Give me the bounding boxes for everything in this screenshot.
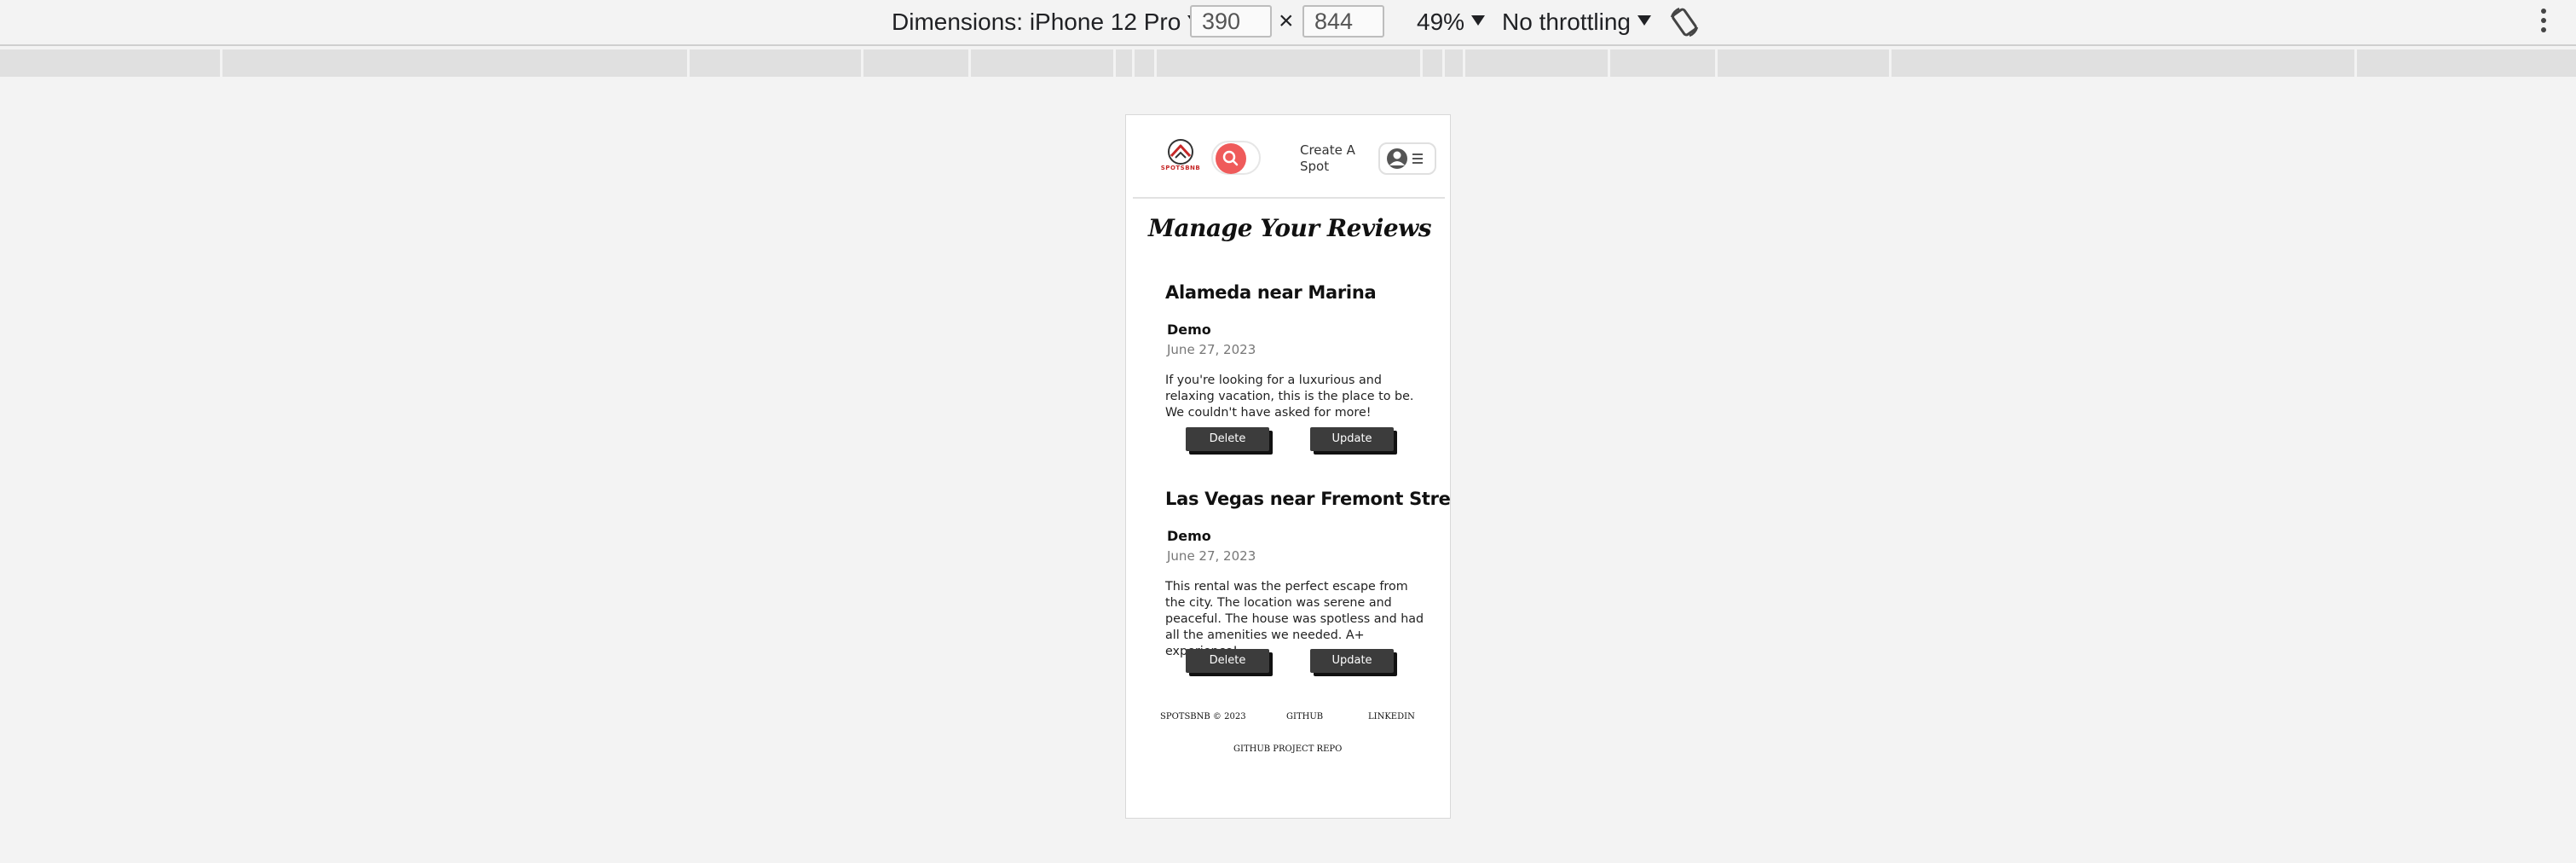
review-date: June 27, 2023	[1167, 342, 1256, 357]
page-title: Manage Your Reviews	[1148, 214, 1432, 242]
create-spot-link[interactable]: Create A Spot	[1300, 142, 1368, 175]
caret-down-icon	[1471, 15, 1486, 26]
device-viewport: SPOTSBNB Create A Spot Manage Your Revie…	[1125, 114, 1451, 819]
ruler-divider	[1154, 49, 1157, 77]
ruler-divider	[968, 49, 971, 77]
caret-down-icon	[1637, 15, 1651, 26]
user-menu-icons	[1387, 148, 1423, 169]
review-card: Las Vegas near Fremont Street Demo June …	[1165, 489, 1450, 710]
search-icon	[1222, 150, 1239, 166]
user-menu-button[interactable]	[1378, 142, 1436, 175]
rotate-icon[interactable]	[1667, 5, 1701, 39]
footer-linkedin-link[interactable]: LINKEDIN	[1368, 712, 1415, 721]
ruler-divider	[1608, 49, 1610, 77]
ruler-divider	[1132, 49, 1135, 77]
footer-repo-link[interactable]: GITHUB PROJECT REPO	[1233, 744, 1342, 754]
throttling-dropdown[interactable]: No throttling	[1502, 9, 1651, 36]
search-bar[interactable]	[1211, 141, 1261, 175]
reviewer-name: Demo	[1167, 528, 1211, 544]
review-card: Alameda near Marina Demo June 27, 2023 I…	[1165, 282, 1438, 487]
navbar: SPOTSBNB Create A Spot	[1126, 115, 1450, 197]
ruler-divider	[1889, 49, 1892, 77]
ruler-divider	[1420, 49, 1423, 77]
device-width-input[interactable]	[1190, 5, 1272, 38]
ruler-divider	[687, 49, 690, 77]
ruler-divider	[1715, 49, 1718, 77]
review-spot-name: Alameda near Marina	[1165, 282, 1377, 303]
logo-text: SPOTSBNB	[1160, 165, 1201, 171]
nav-divider	[1133, 197, 1445, 199]
footer-copyright: SPOTSBNB © 2023	[1160, 712, 1246, 721]
logo-icon	[1168, 139, 1193, 165]
update-review-button[interactable]: Update	[1310, 649, 1394, 673]
reviewer-name: Demo	[1167, 321, 1211, 338]
review-text: If you're looking for a luxurious and re…	[1165, 374, 1414, 420]
update-review-button[interactable]: Update	[1310, 427, 1394, 451]
delete-review-button[interactable]: Delete	[1186, 649, 1269, 673]
footer-github-link[interactable]: GITHUB	[1286, 712, 1323, 721]
search-button[interactable]	[1216, 143, 1246, 174]
device-dimensions-label: Dimensions: iPhone 12 Pro	[892, 9, 1181, 35]
throttling-label: No throttling	[1502, 9, 1631, 35]
review-spot-name: Las Vegas near Fremont Street	[1165, 489, 1451, 509]
ruler-divider	[1442, 49, 1445, 77]
review-text: This rental was the perfect escape from …	[1165, 580, 1424, 658]
zoom-dropdown[interactable]: 49%	[1417, 9, 1486, 36]
ruler-divider	[220, 49, 222, 77]
dimension-separator: ×	[1279, 7, 1294, 35]
delete-review-button[interactable]: Delete	[1186, 427, 1269, 451]
home-logo-link[interactable]: SPOTSBNB	[1157, 137, 1204, 177]
more-vert-icon[interactable]	[2538, 9, 2549, 36]
devtools-toolbar: Dimensions: iPhone 12 Pro × 49% No throt…	[0, 0, 2576, 46]
user-circle-icon	[1387, 148, 1407, 169]
zoom-label: 49%	[1417, 9, 1465, 35]
ruler-divider	[1113, 49, 1116, 77]
menu-icon	[1412, 153, 1423, 164]
media-query-ruler[interactable]	[0, 49, 2576, 77]
device-height-input[interactable]	[1302, 5, 1384, 38]
ruler-divider	[1463, 49, 1465, 77]
review-date: June 27, 2023	[1167, 548, 1256, 564]
ruler-divider	[2354, 49, 2357, 77]
ruler-divider	[861, 49, 863, 77]
device-dimensions-dropdown[interactable]: Dimensions: iPhone 12 Pro	[892, 9, 1202, 36]
